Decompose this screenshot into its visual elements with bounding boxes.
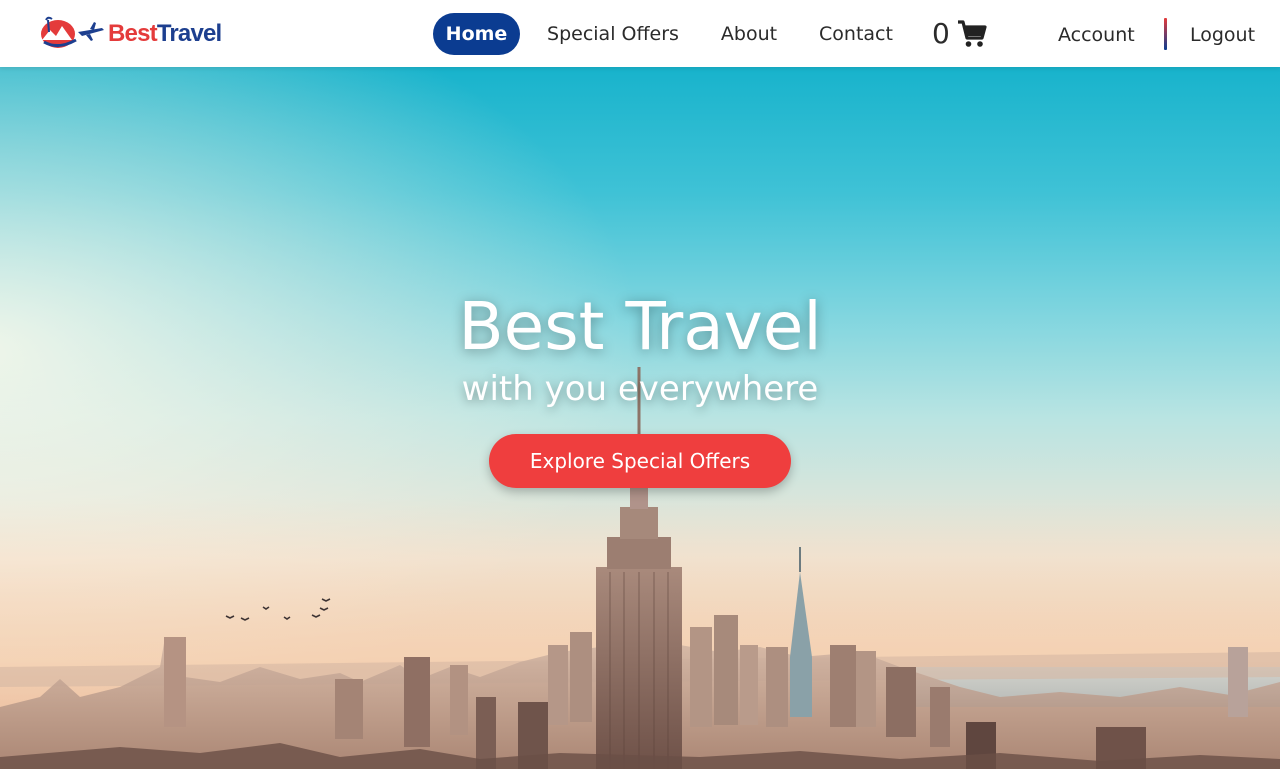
site-header: BestTravel Home Special Offers About Con… (0, 0, 1280, 67)
account-link[interactable]: Account (1058, 14, 1135, 56)
shopping-cart-icon (957, 20, 987, 47)
cart-count: 0 (932, 17, 950, 50)
nav-about[interactable]: About (716, 13, 782, 55)
brand-logo[interactable]: BestTravel (36, 14, 222, 54)
explore-special-offers-button[interactable]: Explore Special Offers (489, 434, 791, 488)
nav-home[interactable]: Home (433, 13, 520, 55)
brand-name: BestTravel (108, 20, 222, 47)
logo-icon (41, 16, 104, 48)
city-skyline-image (0, 367, 1280, 769)
nav-special-offers[interactable]: Special Offers (543, 13, 683, 55)
hero-banner: Best Travel with you everywhere Explore … (0, 67, 1280, 769)
brand-name-part2: Travel (156, 20, 222, 47)
logout-link[interactable]: Logout (1190, 14, 1255, 56)
nav-divider (1164, 18, 1167, 50)
brand-name-part1: Best (108, 20, 158, 47)
hero-title: Best Travel (458, 288, 822, 365)
cart-button[interactable]: 0 (932, 13, 987, 55)
nav-contact[interactable]: Contact (816, 13, 896, 55)
hero-subtitle: with you everywhere (461, 369, 819, 409)
